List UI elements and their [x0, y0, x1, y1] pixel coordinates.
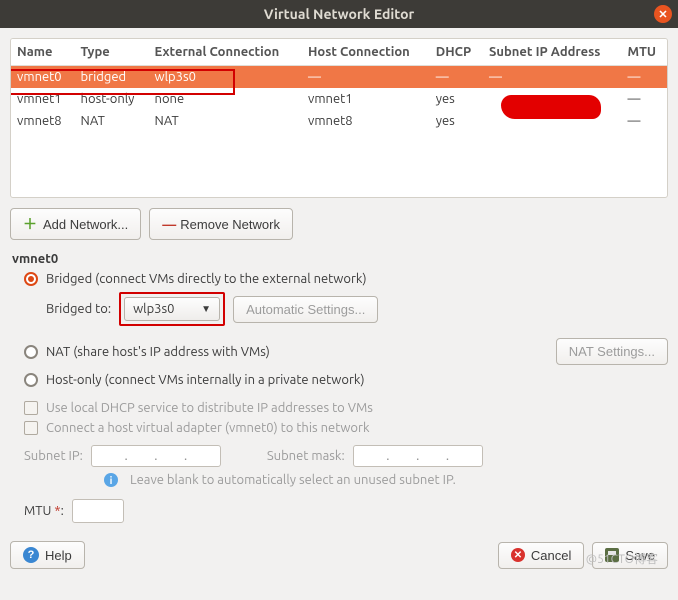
radio-bridged[interactable]	[24, 272, 38, 286]
radio-hostonly-label: Host-only (connect VMs internally in a p…	[46, 373, 365, 387]
help-icon: ?	[23, 547, 39, 563]
col-dhcp[interactable]: DHCP	[430, 39, 483, 66]
chk-host-adapter-label: Connect a host virtual adapter (vmnet0) …	[46, 421, 370, 435]
help-button[interactable]: ? Help	[10, 541, 85, 569]
close-icon[interactable]: ✕	[654, 5, 672, 23]
subnet-mask-input[interactable]: ...	[353, 445, 483, 467]
save-button[interactable]: Save	[592, 542, 668, 569]
minus-icon: —	[162, 216, 174, 232]
subnet-ip-label: Subnet IP:	[24, 449, 83, 463]
radio-hostonly[interactable]	[24, 373, 38, 387]
remove-network-button[interactable]: — Remove Network	[149, 208, 293, 240]
cancel-icon: ✕	[511, 548, 525, 562]
col-type[interactable]: Type	[75, 39, 149, 66]
mtu-label: MTU *:	[24, 504, 64, 518]
plus-icon: ＋	[23, 214, 37, 234]
titlebar: Virtual Network Editor ✕	[0, 0, 678, 28]
radio-nat-label: NAT (share host's IP address with VMs)	[46, 345, 270, 359]
table-row[interactable]: vmnet0 bridged wlp3s0 — — — —	[11, 66, 667, 89]
radio-nat[interactable]	[24, 345, 38, 359]
redaction-mark	[501, 95, 601, 119]
col-host[interactable]: Host Connection	[302, 39, 430, 66]
cancel-button[interactable]: ✕ Cancel	[498, 542, 584, 569]
col-mtu[interactable]: MTU	[622, 39, 667, 66]
network-table: Name Type External Connection Host Conne…	[10, 38, 668, 198]
mtu-input[interactable]	[72, 499, 124, 523]
subnet-mask-label: Subnet mask:	[267, 449, 345, 463]
table-header-row: Name Type External Connection Host Conne…	[11, 39, 667, 66]
annotation-box: wlp3s0 ▼	[119, 292, 225, 326]
save-icon	[605, 548, 619, 562]
info-icon: i	[104, 473, 118, 487]
current-network-label: vmnet0	[12, 252, 668, 266]
bridged-to-label: Bridged to:	[46, 302, 111, 316]
col-subnet[interactable]: Subnet IP Address	[483, 39, 622, 66]
automatic-settings-button[interactable]: Automatic Settings...	[233, 296, 378, 323]
radio-bridged-label: Bridged (connect VMs directly to the ext…	[46, 272, 367, 286]
bridged-to-combo[interactable]: wlp3s0 ▼	[124, 297, 220, 321]
chk-dhcp-label: Use local DHCP service to distribute IP …	[46, 401, 373, 415]
col-name[interactable]: Name	[11, 39, 75, 66]
subnet-ip-input[interactable]: ...	[91, 445, 221, 467]
chevron-down-icon: ▼	[201, 303, 211, 315]
col-ext[interactable]: External Connection	[149, 39, 302, 66]
chk-host-adapter[interactable]	[24, 421, 38, 435]
add-network-button[interactable]: ＋ Add Network...	[10, 208, 141, 240]
chk-dhcp[interactable]	[24, 401, 38, 415]
window-title: Virtual Network Editor	[264, 6, 415, 22]
nat-settings-button[interactable]: NAT Settings...	[556, 338, 668, 365]
toolbar: ＋ Add Network... — Remove Network	[10, 208, 668, 240]
subnet-hint: Leave blank to automatically select an u…	[130, 473, 456, 487]
